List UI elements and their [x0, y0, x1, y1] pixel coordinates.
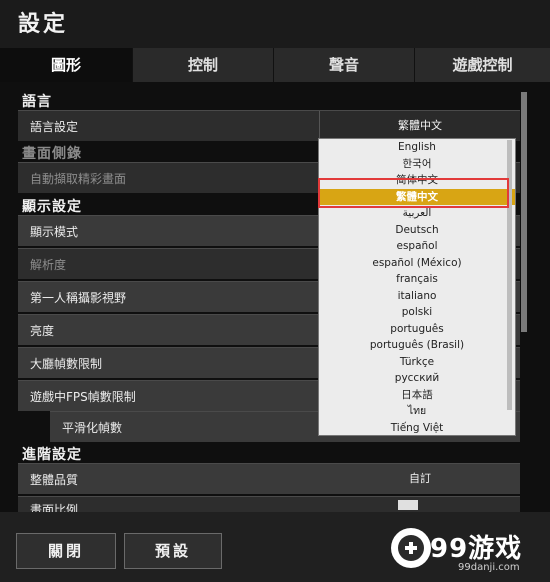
row-label: 大廳幀數限制	[30, 357, 103, 371]
language-option[interactable]: polski	[319, 304, 515, 321]
title-bar: 設定	[0, 0, 550, 48]
language-option[interactable]: Deutsch	[319, 222, 515, 239]
row-label: 亮度	[30, 324, 55, 338]
language-option[interactable]: 한국어	[319, 156, 515, 173]
quality-value[interactable]: 自訂	[320, 464, 520, 494]
language-option[interactable]: ไทย	[319, 403, 515, 420]
watermark-logo-text: 99游戏	[430, 534, 523, 564]
row-label: 整體品質	[30, 473, 79, 487]
close-button[interactable]: 關閉	[16, 533, 116, 569]
row-label: 語言設定	[30, 120, 79, 134]
section-advanced: 進階設定	[22, 447, 82, 463]
row-overall-quality[interactable]: 整體品質 自訂	[18, 463, 520, 494]
section-display: 顯示設定	[22, 199, 82, 215]
row-label: 平滑化幀數	[62, 421, 123, 435]
tab-controls[interactable]: 控制	[133, 48, 274, 82]
language-option[interactable]: русский	[319, 370, 515, 387]
row-screen-scale[interactable]: 畫面比例	[18, 496, 520, 513]
language-option[interactable]: 简体中文	[319, 172, 515, 189]
tab-sound[interactable]: 聲音	[274, 48, 415, 82]
section-language: 語言	[22, 94, 52, 110]
language-option[interactable]: français	[319, 271, 515, 288]
language-option[interactable]: Tiếng Việt	[319, 420, 515, 436]
language-select[interactable]: 繁體中文	[319, 111, 520, 141]
language-option[interactable]: español (México)	[319, 255, 515, 272]
settings-scrollbar[interactable]	[521, 92, 527, 332]
section-capture: 畫面側錄	[22, 146, 82, 162]
language-option[interactable]: português	[319, 321, 515, 338]
language-option[interactable]: italiano	[319, 288, 515, 305]
dropdown-scrollbar[interactable]	[507, 140, 512, 410]
default-button[interactable]: 預設	[124, 533, 222, 569]
window-title: 設定	[18, 12, 69, 37]
language-option[interactable]: 日本語	[319, 387, 515, 404]
tab-bar: 圖形 控制 聲音 遊戲控制	[0, 48, 550, 82]
watermark-url: 99danji.com	[458, 562, 520, 573]
tab-graphics[interactable]: 圖形	[0, 48, 133, 82]
language-option[interactable]: español	[319, 238, 515, 255]
row-language-setting[interactable]: 語言設定 繁體中文	[18, 110, 520, 141]
row-label: 解析度	[30, 258, 67, 272]
language-option[interactable]: Türkçe	[319, 354, 515, 371]
row-label: 自動擷取精彩畫面	[30, 172, 127, 186]
language-option[interactable]: العربية	[319, 205, 515, 222]
row-label: 顯示模式	[30, 225, 79, 239]
row-label: 遊戲中FPS幀數限制	[30, 390, 136, 404]
language-option[interactable]: 繁體中文	[319, 188, 515, 205]
row-label: 第一人稱攝影視野	[30, 291, 127, 305]
language-dropdown-list[interactable]: English 한국어 简体中文 繁體中文 العربية Deutsch español e…	[318, 138, 516, 436]
language-option[interactable]: English	[319, 139, 515, 156]
language-option[interactable]: português (Brasil)	[319, 337, 515, 354]
screen-scale-slider-thumb[interactable]	[398, 500, 418, 510]
tab-gameplay[interactable]: 遊戲控制	[415, 48, 550, 82]
